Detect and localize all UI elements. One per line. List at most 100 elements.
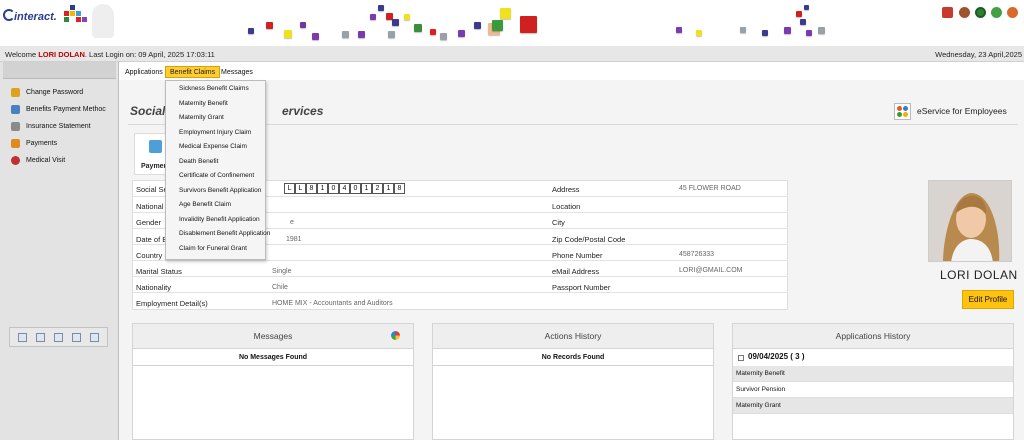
phone-value: 458726333	[679, 251, 715, 258]
collapse-icon[interactable]	[738, 355, 744, 361]
tool-icon[interactable]	[89, 332, 99, 342]
welcome-user-name: LORI DOLAN	[38, 50, 85, 59]
ssn-char: 4	[339, 183, 350, 194]
payments-tile-icon	[149, 140, 162, 153]
zip-label: Zip Code/Postal Code	[552, 235, 626, 244]
ssn-char: 8	[394, 183, 405, 194]
decor-square-icon	[800, 19, 806, 25]
menu-item-certificate-of-confinement[interactable]: Certificate of Confinement	[179, 172, 254, 179]
list-item[interactable]: Maternity Benefit	[733, 366, 1013, 382]
edit-profile-button[interactable]: Edit Profile	[962, 290, 1014, 309]
sidebar-item-payments[interactable]: Payments	[11, 137, 57, 150]
current-date: Wednesday, 23 April,2025	[935, 50, 1022, 59]
sidebar-item-change-password[interactable]: Change Password	[11, 86, 83, 99]
sidebar-item-label: Medical Visit	[26, 157, 66, 164]
decor-square-icon	[762, 30, 768, 36]
applications-group-header[interactable]: 09/04/2025 ( 3 )	[748, 352, 804, 361]
tab-applications[interactable]: Applications	[121, 67, 167, 79]
refresh-icon[interactable]	[975, 7, 986, 18]
menu-item-survivors-benefit-application[interactable]: Survivors Benefit Application	[179, 187, 261, 194]
statement-icon	[11, 122, 20, 131]
decor-square-icon	[458, 30, 465, 37]
employment-value: HOME MIX - Accountants and Auditors	[272, 300, 393, 307]
decor-square-icon	[520, 16, 537, 33]
menu-item-claim-for-funeral-grant[interactable]: Claim for Funeral Grant	[179, 245, 247, 252]
ssn-char: 8	[306, 183, 317, 194]
menu-item-invalidity-benefit-application[interactable]: Invalidity Benefit Application	[179, 216, 260, 223]
tool-icon[interactable]	[18, 332, 28, 342]
logout-icon[interactable]	[1007, 7, 1018, 18]
decor-square-icon	[266, 22, 273, 29]
payment-method-icon	[11, 105, 20, 114]
decor-square-icon	[248, 28, 254, 34]
sidebar-item-label: Benefits Payment Methoc	[26, 106, 106, 113]
sidebar-item-label: Insurance Statement	[26, 123, 91, 130]
decor-square-icon	[818, 27, 825, 34]
sidebar-item-insurance-statement[interactable]: Insurance Statement	[11, 120, 91, 133]
menu-item-sickness-benefit-claims[interactable]: Sickness Benefit Claims	[179, 85, 249, 92]
tab-messages[interactable]: Messages	[217, 67, 257, 79]
sidebar	[0, 62, 119, 440]
ssn-char: 2	[372, 183, 383, 194]
payments-tile-label: Paymen	[141, 163, 168, 170]
eservice-employees-link[interactable]: eService for Employees	[894, 102, 1007, 120]
app-header: interact.	[0, 0, 1024, 46]
decor-square-icon	[284, 30, 292, 38]
ssn-char: 1	[361, 183, 372, 194]
actions-history-title: Actions History	[433, 324, 713, 349]
tool-icon[interactable]	[53, 332, 63, 342]
home-icon[interactable]	[942, 7, 953, 18]
sidebar-item-medical-visit[interactable]: Medical Visit	[11, 154, 65, 167]
list-item[interactable]: Survivor Pension	[733, 382, 1013, 398]
profile-photo	[928, 180, 1012, 262]
sidebar-item-benefits-payment-method[interactable]: Benefits Payment Methoc	[11, 103, 106, 116]
location-label: Location	[552, 202, 581, 211]
ssn-char: 1	[383, 183, 394, 194]
marital-value: Single	[272, 268, 292, 275]
user-icon[interactable]	[959, 7, 970, 18]
decor-square-icon	[804, 5, 809, 10]
profile-name: LORI DOLAN	[940, 268, 1018, 282]
phone-label: Phone Number	[552, 251, 603, 260]
eservice-icon	[894, 102, 911, 120]
eservice-label: eService for Employees	[917, 106, 1007, 116]
country-label: Country	[136, 251, 163, 260]
menu-item-death-benefit[interactable]: Death Benefit	[179, 158, 218, 165]
messages-panel: Messages No Messages Found	[132, 323, 414, 440]
decor-square-icon	[440, 33, 447, 40]
menu-item-employment-injury-claim[interactable]: Employment Injury Claim	[179, 129, 251, 136]
messages-empty: No Messages Found	[133, 349, 413, 366]
welcome-bar: Welcome LORI DOLAN. Last Login on: 09 Ap…	[0, 46, 1024, 62]
decor-square-icon	[414, 24, 422, 32]
national-label: National	[136, 202, 164, 211]
nationality-label: Nationality	[136, 283, 172, 292]
list-item[interactable]: Maternity Grant	[733, 398, 1013, 414]
menu-item-disablement-benefit-application[interactable]: Disablement Benefit Application	[179, 230, 270, 237]
decor-square-icon	[312, 33, 319, 40]
key-icon	[11, 88, 20, 97]
messages-refresh-icon[interactable]	[391, 331, 400, 340]
menu-item-age-benefit-claim[interactable]: Age Benefit Claim	[179, 201, 231, 208]
actions-history-panel: Actions History No Records Found	[432, 323, 714, 440]
messages-title: Messages	[133, 324, 413, 349]
decor-square-icon	[378, 5, 384, 11]
tool-icon[interactable]	[36, 332, 46, 342]
dob-label: Date of B	[136, 235, 168, 244]
ssn-char: 0	[328, 183, 339, 194]
welcome-text: Welcome LORI DOLAN. Last Login on: 09 Ap…	[5, 50, 215, 59]
tab-benefit-claims[interactable]: Benefit Claims	[165, 66, 221, 78]
help-icon[interactable]	[991, 7, 1002, 18]
menu-item-maternity-benefit[interactable]: Maternity Benefit	[179, 100, 228, 107]
welcome-prefix: Welcome	[5, 50, 37, 59]
dob-value: 1981	[286, 236, 302, 243]
tool-icon[interactable]	[71, 332, 81, 342]
menu-item-medical-expense-claim[interactable]: Medical Expense Claim	[179, 143, 247, 150]
decor-square-icon	[404, 14, 410, 20]
city-label: City	[552, 218, 565, 227]
menu-item-maternity-grant[interactable]: Maternity Grant	[179, 114, 224, 121]
applications-history-title: Applications History	[733, 324, 1013, 349]
avatar	[929, 181, 1011, 261]
address-value: 45 FLOWER ROAD	[679, 185, 741, 192]
email-label: eMail Address	[552, 267, 600, 276]
sidebar-item-label: Change Password	[26, 89, 84, 96]
